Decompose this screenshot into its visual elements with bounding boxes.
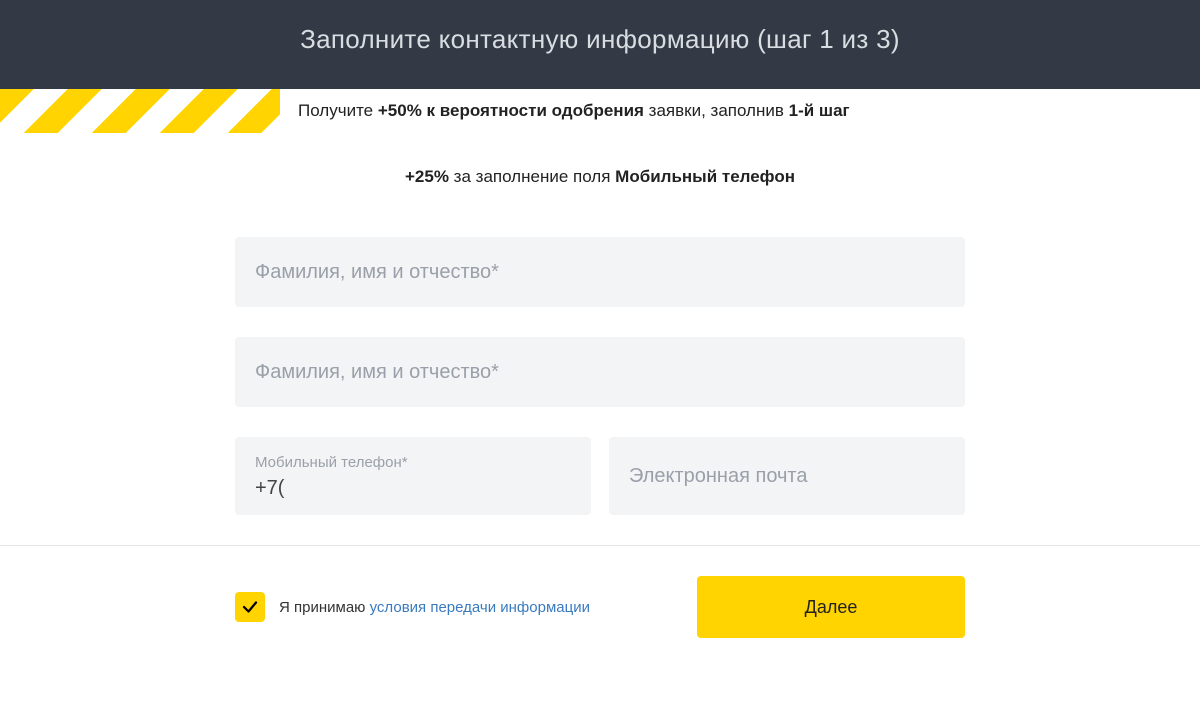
accept-checkbox[interactable]: [235, 592, 265, 622]
check-icon: [241, 598, 259, 616]
email-placeholder: Электронная почта: [629, 465, 807, 488]
approval-bonus: +50%: [378, 101, 422, 120]
divider: [0, 545, 1200, 546]
contact-form: Фамилия, имя и отчество* Фамилия, имя и …: [235, 237, 965, 515]
next-button[interactable]: Далее: [697, 576, 965, 638]
phone-field[interactable]: Мобильный телефон* +7(: [235, 437, 591, 515]
page-title: Заполните контактную информацию (шаг 1 и…: [0, 0, 1200, 89]
approval-prefix: Получите: [298, 101, 378, 120]
form-footer: Я принимаю условия передачи информации Д…: [235, 576, 965, 658]
approval-step: 1-й шаг: [789, 101, 850, 120]
phone-label: Мобильный телефон*: [255, 454, 571, 471]
approval-text: Получите +50% к вероятности одобрения за…: [280, 101, 850, 121]
accept-text: Я принимаю условия передачи информации: [279, 599, 590, 616]
accept-prefix: Я принимаю: [279, 599, 370, 616]
approval-suffix: заявки, заполнив: [644, 101, 789, 120]
terms-link[interactable]: условия передачи информации: [370, 599, 590, 616]
stripe-decoration: [0, 89, 280, 133]
email-field[interactable]: Электронная почта: [609, 437, 965, 515]
approval-bar: Получите +50% к вероятности одобрения за…: [0, 89, 1200, 133]
fio-placeholder-1: Фамилия, имя и отчество*: [255, 261, 499, 284]
tip-field: Мобильный телефон: [615, 167, 795, 186]
fio-field-1[interactable]: Фамилия, имя и отчество*: [235, 237, 965, 307]
fio-field-2[interactable]: Фамилия, имя и отчество*: [235, 337, 965, 407]
accept-block: Я принимаю условия передачи информации: [235, 592, 590, 622]
tip-text: за заполнение поля: [449, 167, 615, 186]
tip-bonus: +25%: [405, 167, 449, 186]
approval-mid: к вероятности одобрения: [422, 101, 644, 120]
phone-value: +7(: [255, 477, 571, 500]
field-tip: +25% за заполнение поля Мобильный телефо…: [0, 167, 1200, 187]
fio-placeholder-2: Фамилия, имя и отчество*: [255, 361, 499, 384]
